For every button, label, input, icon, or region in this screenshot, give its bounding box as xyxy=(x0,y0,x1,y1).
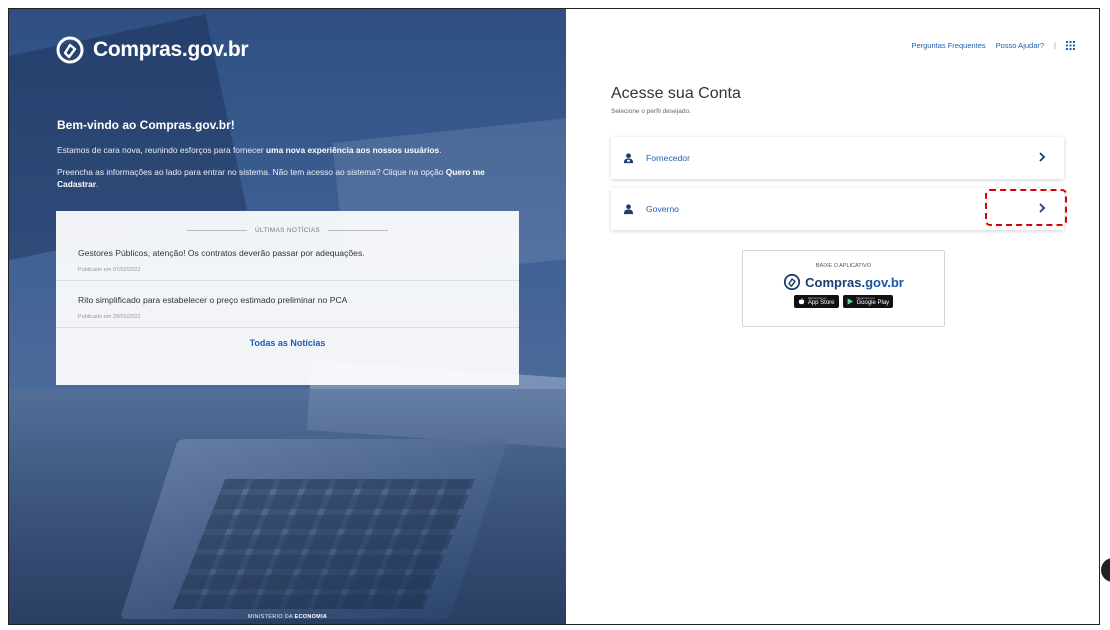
access-title: Acesse sua Conta xyxy=(611,85,741,102)
browser-frame: Compras.gov.br Bem-vindo ao Compras.gov.… xyxy=(8,8,1100,625)
intro-text: Estamos de cara nova, reunindo esforços … xyxy=(57,144,527,200)
intro-text-part: Preencha as informações ao lado para ent… xyxy=(57,167,446,177)
app-store-badge[interactable]: Disponível na App Store xyxy=(793,295,839,308)
brand-logo[interactable]: Compras.gov.br xyxy=(55,35,249,65)
download-label: BAIXE O APLICATIVO xyxy=(815,263,872,269)
chevron-right-icon xyxy=(1039,152,1046,162)
app-store-text: Disponível na App Store xyxy=(807,297,835,307)
left-hero-panel: Compras.gov.br Bem-vindo ao Compras.gov.… xyxy=(9,9,566,624)
profile-fornecedor-button[interactable]: Fornecedor xyxy=(611,137,1064,179)
news-header: ÚLTIMAS NOTÍCIAS xyxy=(56,211,519,234)
compras-logo-icon xyxy=(56,36,84,64)
store-badges: Disponível na App Store Disponível no Goog… xyxy=(743,295,944,308)
app-brand-tld: gov.br xyxy=(865,274,904,290)
user-icon xyxy=(623,203,634,214)
apple-icon xyxy=(798,298,805,305)
ministry-text-bold: ECONOMIA xyxy=(294,614,328,620)
top-navigation: Perguntas Frequentes Posso Ajudar? | xyxy=(911,41,1075,50)
intro-text-part: . xyxy=(439,145,442,155)
side-help-tab[interactable] xyxy=(1101,558,1110,582)
highlight-annotation xyxy=(985,189,1067,226)
news-title[interactable]: Rito simplificado para estabelecer o pre… xyxy=(78,295,497,305)
news-title[interactable]: Gestores Públicos, atenção! Os contratos… xyxy=(78,248,497,258)
intro-paragraph-1: Estamos de cara nova, reunindo esforços … xyxy=(57,144,527,156)
google-play-text: Disponível no Google Play xyxy=(856,297,890,307)
news-panel: ÚLTIMAS NOTÍCIAS Gestores Públicos, aten… xyxy=(56,211,519,385)
help-link[interactable]: Posso Ajudar? xyxy=(996,41,1044,50)
access-subtitle: Selecione o perfil desejado. xyxy=(611,108,691,115)
supplier-icon xyxy=(623,152,634,163)
news-item[interactable]: Rito simplificado para estabelecer o pre… xyxy=(56,295,519,320)
google-play-label: Google Play xyxy=(856,300,890,306)
nav-separator: | xyxy=(1054,41,1056,50)
google-play-icon xyxy=(847,298,853,305)
news-date: Publicado em 28/01/2022 xyxy=(78,314,141,320)
app-brand-main: Compras. xyxy=(805,274,866,290)
app-store-label: App Store xyxy=(807,300,835,306)
app-brand: Compras. gov.br xyxy=(743,273,944,291)
compras-logo-icon xyxy=(784,273,801,291)
intro-text-part: Estamos de cara nova, reunindo esforços … xyxy=(57,145,267,155)
apps-grid-icon[interactable] xyxy=(1066,41,1075,50)
profile-label: Fornecedor xyxy=(646,153,690,163)
news-item[interactable]: Gestores Públicos, atenção! Os contratos… xyxy=(56,248,519,273)
ministry-text: MINISTÉRIO DA xyxy=(247,614,295,620)
brand-name: Compras.gov.br xyxy=(93,38,249,61)
intro-paragraph-2: Preencha as informações ao lado para ent… xyxy=(57,166,527,190)
intro-text-part: . xyxy=(96,179,99,189)
news-divider xyxy=(56,280,519,281)
ministry-footer: MINISTÉRIO DA ECONOMIA xyxy=(9,614,566,620)
news-date: Publicado em 07/02/2022 xyxy=(78,267,141,273)
intro-text-bold: uma nova experiência aos nossos usuários xyxy=(266,145,440,155)
profile-label: Governo xyxy=(646,204,679,214)
google-play-badge[interactable]: Disponível no Google Play xyxy=(842,295,894,308)
app-download-box: BAIXE O APLICATIVO Compras. gov.br Dispon… xyxy=(742,250,945,327)
all-news-link[interactable]: Todas as Notícias xyxy=(56,338,519,348)
news-divider xyxy=(56,327,519,328)
faq-link[interactable]: Perguntas Frequentes xyxy=(911,41,985,50)
welcome-heading: Bem-vindo ao Compras.gov.br! xyxy=(57,118,235,132)
right-login-panel: Perguntas Frequentes Posso Ajudar? | Ace… xyxy=(566,9,1099,624)
background-keyboard xyxy=(172,479,476,609)
